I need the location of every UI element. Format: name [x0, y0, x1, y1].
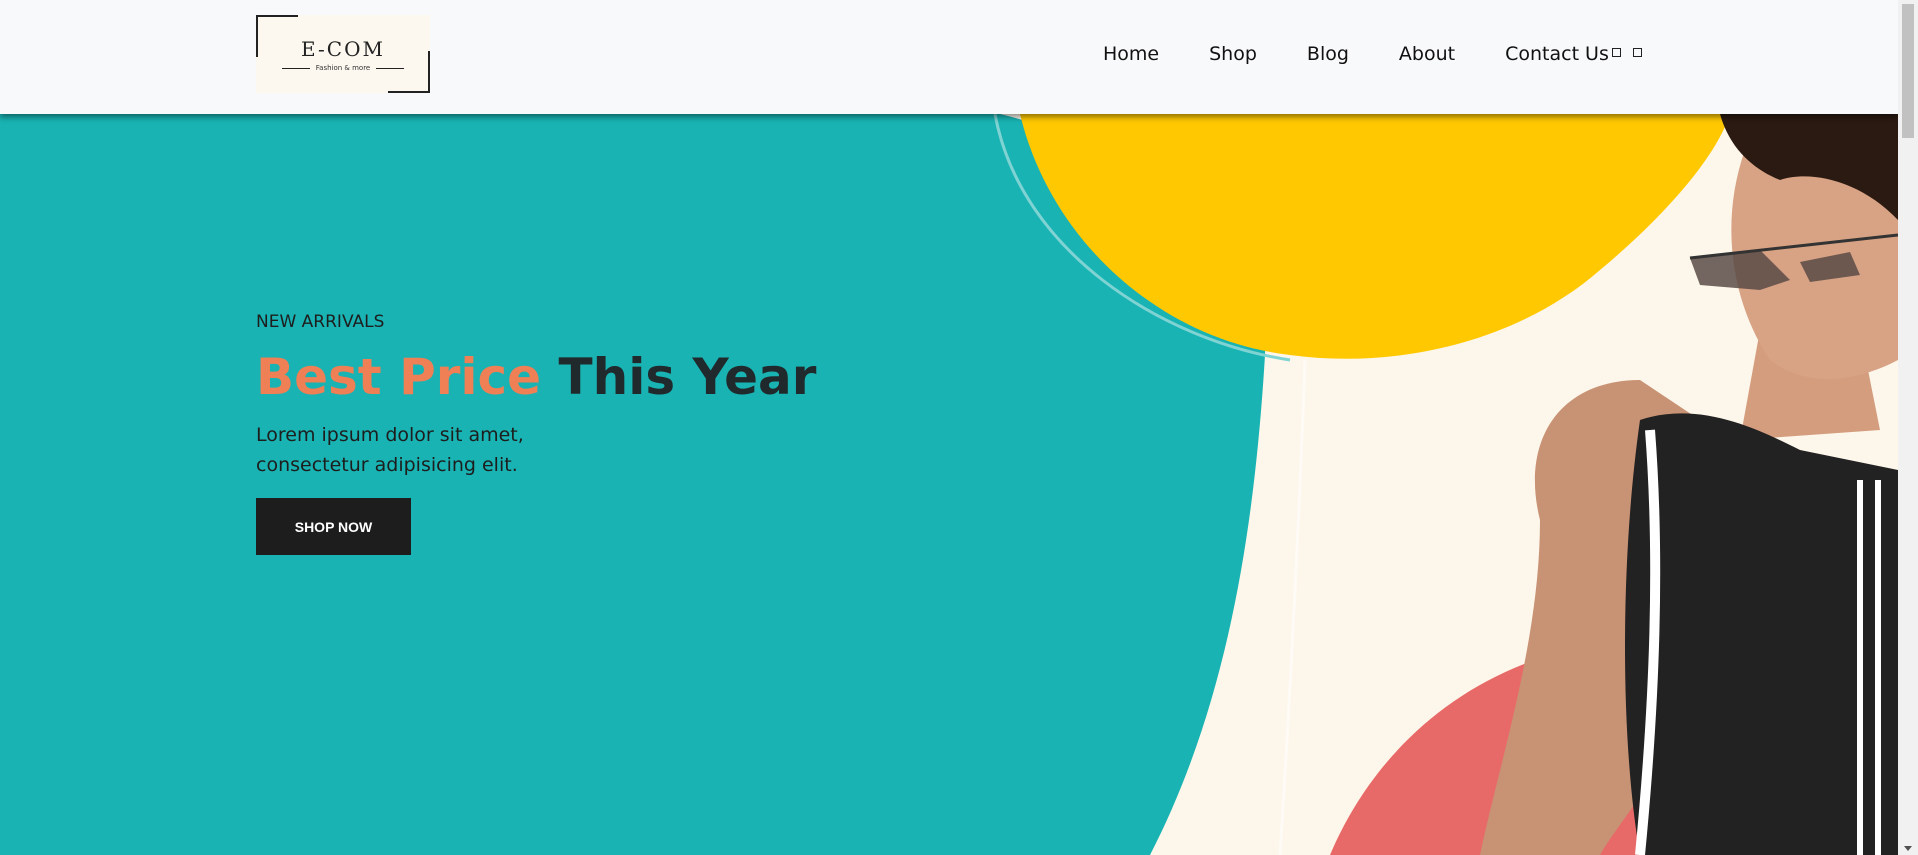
header-icons: [1612, 48, 1642, 57]
page: E-COM Fashion & more Home Shop Blog Abou…: [0, 0, 1918, 855]
hero-description: Lorem ipsum dolor sit amet, consectetur …: [256, 424, 524, 476]
tagline-rule-right: [376, 68, 404, 69]
main-nav: Home Shop Blog About Contact Us: [1103, 43, 1609, 65]
hero-kicker: NEW ARRIVALS: [256, 312, 385, 332]
hero-content: NEW ARRIVALS Best Price This Year Lorem …: [256, 312, 816, 555]
shop-now-button[interactable]: SHOP NOW: [256, 498, 411, 555]
hero-headline: Best Price This Year: [256, 350, 816, 404]
scroll-down-arrow-icon[interactable]: [1904, 846, 1912, 851]
nav-home[interactable]: Home: [1103, 43, 1159, 65]
nav-blog[interactable]: Blog: [1307, 43, 1349, 65]
cart-icon[interactable]: [1633, 48, 1642, 57]
page-scrollbar[interactable]: [1898, 0, 1918, 855]
nav-about[interactable]: About: [1399, 43, 1455, 65]
logo[interactable]: E-COM Fashion & more: [256, 15, 430, 93]
headline-accent: Best Price: [256, 348, 542, 406]
scrollbar-thumb[interactable]: [1902, 4, 1914, 138]
nav-shop[interactable]: Shop: [1209, 43, 1257, 65]
site-header: E-COM Fashion & more Home Shop Blog Abou…: [0, 0, 1898, 114]
headline-rest: This Year: [558, 348, 817, 406]
brand-name: E-COM: [301, 37, 385, 61]
nav-contact-us[interactable]: Contact Us: [1505, 43, 1609, 65]
user-icon[interactable]: [1612, 48, 1621, 57]
